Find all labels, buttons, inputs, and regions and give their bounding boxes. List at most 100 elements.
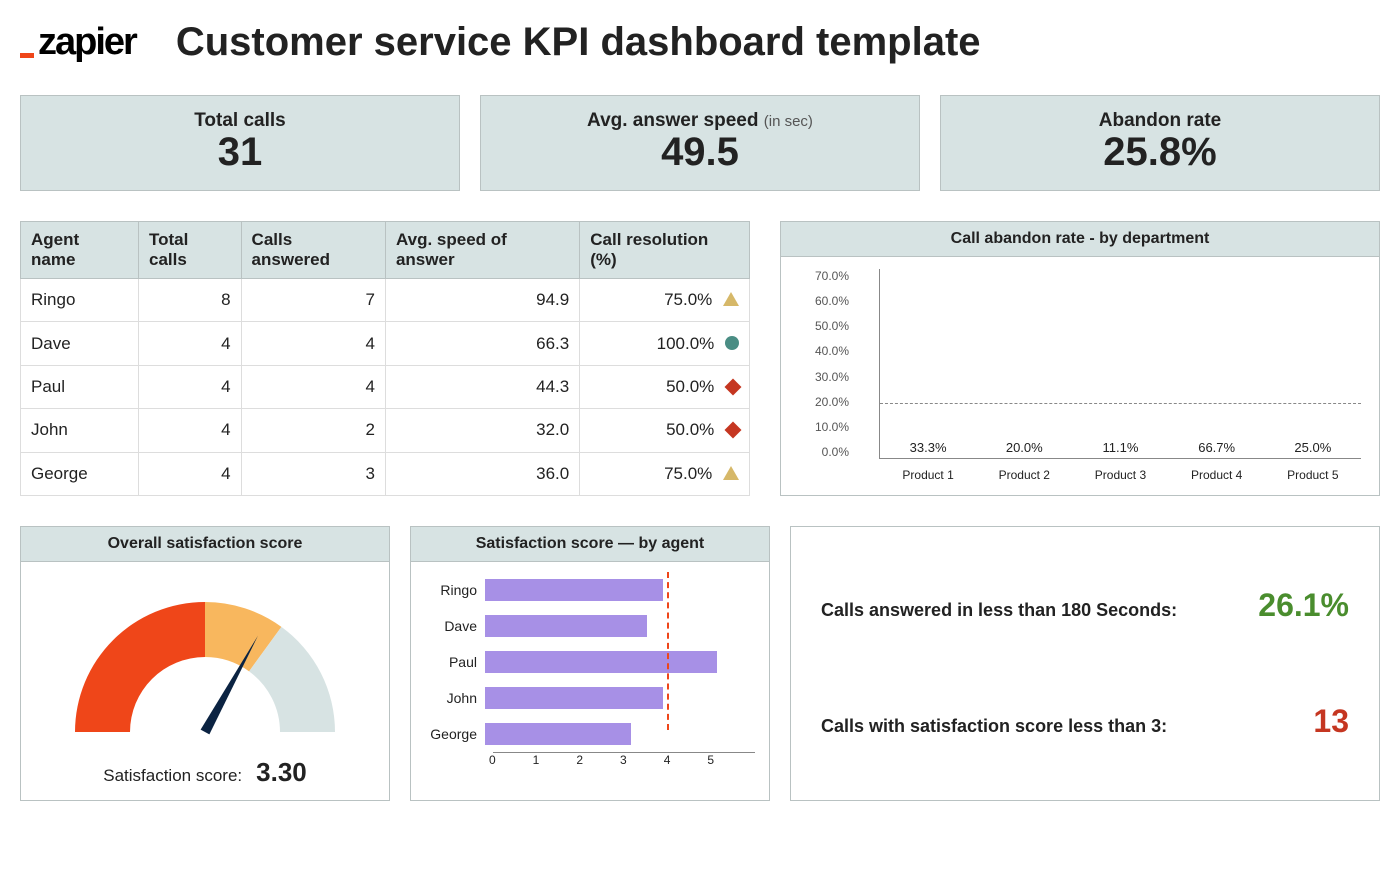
table-row: Dave4466.3100.0%	[21, 322, 750, 365]
cell-resolution: 50.0%	[580, 365, 750, 408]
bar-category-label: Product 2	[984, 468, 1064, 482]
triangle-up-icon	[723, 466, 739, 480]
bar-value-label: 33.3%	[910, 440, 947, 455]
x-tick: 0	[489, 753, 533, 767]
kpi-value: 49.5	[481, 132, 919, 172]
stat-label: Calls with satisfaction score less than …	[821, 716, 1167, 737]
kpi-avg-answer-speed: Avg. answer speed (in sec) 49.5	[480, 95, 920, 191]
table-row: Ringo8794.975.0%	[21, 279, 750, 322]
bar-category-label: Product 1	[888, 468, 968, 482]
table-header: Total calls	[138, 222, 241, 279]
cell-calls-answered: 2	[241, 409, 385, 452]
y-tick: 30.0%	[799, 370, 849, 384]
bar-value-label: 66.7%	[1198, 440, 1235, 455]
cell-avg-speed: 36.0	[385, 452, 579, 495]
gauge-band	[75, 602, 205, 732]
kpi-value: 31	[21, 132, 459, 172]
kpi-label-suffix: (in sec)	[764, 113, 813, 130]
chart-title: Call abandon rate - by department	[781, 222, 1379, 257]
stat-label: Calls answered in less than 180 Seconds:	[821, 600, 1177, 621]
y-tick: 40.0%	[799, 344, 849, 358]
chart-title: Satisfaction score — by agent	[411, 527, 769, 562]
cell-calls-answered: 7	[241, 279, 385, 322]
kpi-abandon-rate: Abandon rate 25.8%	[940, 95, 1380, 191]
table-header: Avg. speed of answer	[385, 222, 579, 279]
overall-satisfaction-gauge: Overall satisfaction score Satisfaction …	[20, 526, 390, 801]
stat-value: 13	[1313, 703, 1349, 740]
cell-agent-name: Paul	[21, 365, 139, 408]
plot-area: 33.3%Product 1 20.0%Product 2 11.1%Product…	[879, 269, 1361, 459]
hbar-fill	[485, 723, 631, 745]
cell-resolution: 50.0%	[580, 409, 750, 452]
table-header: Calls answered	[241, 222, 385, 279]
threshold-line	[880, 403, 1361, 404]
bar-column: 33.3%Product 1	[901, 440, 956, 458]
x-axis: 012345	[493, 752, 755, 767]
cell-total-calls: 4	[138, 452, 241, 495]
cell-avg-speed: 94.9	[385, 279, 579, 322]
header-row: zapier Customer service KPI dashboard te…	[20, 20, 1380, 65]
abandon-by-department-chart: Call abandon rate - by department 70.0% 6…	[780, 221, 1380, 496]
table-row: John4232.050.0%	[21, 409, 750, 452]
y-tick: 20.0%	[799, 395, 849, 409]
y-tick: 70.0%	[799, 269, 849, 283]
x-tick: 5	[707, 753, 751, 767]
satisfaction-by-agent-chart: Satisfaction score — by agent Ringo Dave P…	[410, 526, 770, 801]
cell-avg-speed: 32.0	[385, 409, 579, 452]
hbar-fill	[485, 651, 717, 673]
x-tick: 1	[533, 753, 577, 767]
cell-agent-name: John	[21, 409, 139, 452]
chart-title: Overall satisfaction score	[21, 527, 389, 562]
gauge-svg	[55, 572, 355, 742]
hbar-label: Dave	[425, 618, 485, 634]
cell-total-calls: 4	[138, 409, 241, 452]
y-tick: 0.0%	[799, 445, 849, 459]
hbar-row: Paul	[425, 644, 755, 680]
bar-column: 20.0%Product 2	[997, 440, 1052, 458]
hbar-track	[485, 723, 755, 745]
x-tick: 4	[664, 753, 708, 767]
plot-area: Ringo Dave Paul John George	[425, 572, 755, 752]
kpi-label: Total calls	[194, 110, 286, 131]
cell-total-calls: 4	[138, 365, 241, 408]
cell-resolution: 75.0%	[580, 452, 750, 495]
diamond-icon	[725, 378, 742, 395]
bar-category-label: Product 4	[1177, 468, 1257, 482]
hbar-track	[485, 615, 755, 637]
hbar-label: Ringo	[425, 582, 485, 598]
y-tick: 50.0%	[799, 319, 849, 333]
bar-value-label: 25.0%	[1294, 440, 1331, 455]
kpi-value: 25.8%	[941, 132, 1379, 172]
x-tick: 2	[576, 753, 620, 767]
table-row: George4336.075.0%	[21, 452, 750, 495]
hbar-label: Paul	[425, 654, 485, 670]
page-title: Customer service KPI dashboard template	[176, 20, 981, 65]
x-tick: 3	[620, 753, 664, 767]
cell-agent-name: Ringo	[21, 279, 139, 322]
y-tick: 10.0%	[799, 420, 849, 434]
circle-icon	[725, 336, 739, 350]
bar-value-label: 20.0%	[1006, 440, 1043, 455]
summary-stats-panel: Calls answered in less than 180 Seconds:…	[790, 526, 1380, 801]
y-axis: 70.0% 60.0% 50.0% 40.0% 30.0% 20.0% 10.0% 0.0%	[799, 269, 849, 459]
bar-column: 11.1%Product 3	[1093, 440, 1148, 458]
bar-category-label: Product 5	[1273, 468, 1353, 482]
cell-avg-speed: 44.3	[385, 365, 579, 408]
hbar-label: John	[425, 690, 485, 706]
reference-line	[667, 572, 669, 730]
cell-agent-name: George	[21, 452, 139, 495]
hbar-fill	[485, 579, 663, 601]
bar-value-label: 11.1%	[1103, 440, 1139, 455]
hbar-track	[485, 651, 755, 673]
kpi-label: Avg. answer speed	[587, 110, 758, 131]
hbar-row: George	[425, 716, 755, 752]
cell-calls-answered: 3	[241, 452, 385, 495]
hbar-fill	[485, 687, 663, 709]
cell-resolution: 100.0%	[580, 322, 750, 365]
gauge-foot-label: Satisfaction score:	[103, 766, 242, 786]
cell-agent-name: Dave	[21, 322, 139, 365]
diamond-icon	[725, 422, 742, 439]
cell-calls-answered: 4	[241, 322, 385, 365]
cell-total-calls: 8	[138, 279, 241, 322]
y-tick: 60.0%	[799, 294, 849, 308]
